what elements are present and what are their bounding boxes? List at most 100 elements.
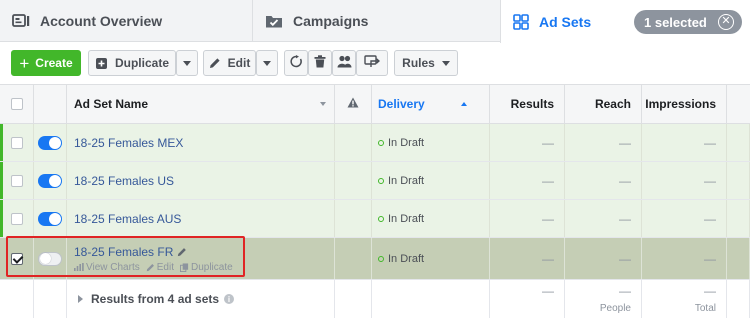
row-reach-cell: —	[565, 200, 642, 237]
column-header-warnings[interactable]	[335, 85, 372, 123]
sort-ascending-icon	[460, 102, 467, 106]
row-checkbox-cell	[0, 162, 34, 199]
tab-account-overview[interactable]: Account Overview	[0, 0, 250, 42]
column-header-reach-label: Reach	[594, 97, 631, 111]
row-overflow-cell	[727, 200, 750, 237]
clear-selection-close-icon[interactable]: ✕	[718, 14, 734, 30]
column-header-impressions[interactable]: Impressions	[642, 85, 727, 123]
results-value: —	[542, 135, 554, 150]
summary-row: Results from 4 ad sets i — — People — To…	[0, 280, 750, 318]
summary-toggle-cell	[34, 280, 67, 318]
impressions-value: —	[704, 211, 716, 226]
edit-button-label: Edit	[227, 56, 251, 70]
impressions-value: —	[704, 135, 716, 150]
delivery-status: In Draft	[388, 136, 425, 149]
summary-impressions-value: —	[704, 284, 716, 298]
duplicate-button-label: Duplicate	[114, 56, 169, 70]
delete-button[interactable]	[308, 50, 332, 76]
row-checkbox[interactable]	[10, 136, 23, 149]
column-header-name[interactable]: Ad Set Name	[67, 85, 335, 123]
rules-button[interactable]: Rules	[394, 50, 458, 76]
chevron-down-icon	[183, 60, 191, 66]
draft-status-icon	[378, 177, 384, 184]
select-all-cell	[0, 85, 34, 123]
tab-campaigns[interactable]: Campaigns	[252, 0, 500, 42]
account-overview-icon	[12, 14, 30, 28]
edit-dropdown-button[interactable]	[256, 50, 278, 76]
expand-triangle-icon[interactable]	[78, 295, 83, 303]
ab-test-button[interactable]	[332, 50, 356, 76]
table-row[interactable]: 18-25 Females MEX In Draft — — —	[0, 124, 750, 162]
chevron-down-icon	[263, 60, 271, 66]
row-checkbox-cell	[0, 200, 34, 237]
row-warning-cell	[335, 162, 372, 199]
select-all-checkbox[interactable]	[10, 98, 23, 110]
row-overflow-cell	[727, 238, 750, 279]
row-toggle-cell	[34, 162, 67, 199]
column-header-results[interactable]: Results	[490, 85, 565, 123]
row-results-cell: —	[490, 200, 565, 237]
refresh-button[interactable]	[284, 50, 308, 76]
row-checkbox[interactable]	[10, 212, 23, 225]
edit-button[interactable]: Edit	[203, 50, 256, 76]
column-header-delivery[interactable]: Delivery	[372, 85, 490, 123]
summary-warning-cell	[335, 280, 372, 318]
ad-set-name-link[interactable]: 18-25 Females AUS	[74, 212, 181, 226]
row-results-cell: —	[490, 238, 565, 279]
summary-reach-value: —	[619, 284, 631, 298]
table-row[interactable]: 18-25 Females AUS In Draft — — —	[0, 200, 750, 238]
tab-ad-sets-label: Ad Sets	[539, 13, 592, 30]
draft-status-icon	[378, 215, 384, 222]
column-header-overflow	[727, 85, 750, 123]
trash-icon	[314, 55, 326, 71]
row-name-cell: 18-25 Females US	[67, 162, 335, 199]
ad-set-name-link[interactable]: 18-25 Females US	[74, 174, 174, 188]
row-overflow-cell	[727, 124, 750, 161]
results-value: —	[542, 251, 554, 266]
create-button[interactable]: + Create	[11, 50, 81, 76]
summary-check-cell	[0, 280, 34, 318]
duplicate-icon	[95, 57, 108, 70]
column-header-reach[interactable]: Reach	[565, 85, 642, 123]
column-header-impressions-label: Impressions	[645, 97, 716, 111]
summary-reach-cell: — People	[565, 280, 642, 318]
row-delivery-cell: In Draft	[372, 124, 490, 161]
row-reach-cell: —	[565, 162, 642, 199]
chevron-down-icon	[441, 60, 450, 66]
ad-set-toggle[interactable]	[38, 135, 62, 150]
column-header-name-label: Ad Set Name	[74, 97, 149, 111]
draft-status-icon	[378, 255, 384, 262]
summary-name-cell[interactable]: Results from 4 ad sets i	[67, 280, 335, 318]
delivery-status: In Draft	[388, 212, 425, 225]
export-button[interactable]	[356, 50, 388, 76]
ad-set-toggle[interactable]	[38, 211, 62, 226]
row-warning-cell	[335, 124, 372, 161]
duplicate-dropdown-button[interactable]	[176, 50, 198, 76]
pencil-icon	[209, 57, 221, 69]
tab-bar: Account Overview Campaigns Ad Sets 1 sel…	[0, 0, 750, 43]
reach-value: —	[619, 211, 631, 226]
ad-set-toggle[interactable]	[38, 173, 62, 188]
row-delivery-cell: In Draft	[372, 200, 490, 237]
results-value: —	[542, 211, 554, 226]
warning-icon	[347, 97, 359, 111]
row-reach-cell: —	[565, 238, 642, 279]
row-impressions-cell: —	[642, 238, 727, 279]
row-reach-cell: —	[565, 124, 642, 161]
row-checkbox-cell	[0, 124, 34, 161]
row-results-cell: —	[490, 124, 565, 161]
row-warning-cell	[335, 238, 372, 279]
selected-count-pill: 1 selected ✕	[634, 10, 742, 34]
reach-value: —	[619, 251, 631, 266]
campaigns-folder-icon	[265, 14, 283, 29]
toggle-header-cell	[34, 85, 67, 123]
table-row[interactable]: 18-25 Females US In Draft — — —	[0, 162, 750, 200]
reach-value: —	[619, 135, 631, 150]
ad-set-name-link[interactable]: 18-25 Females MEX	[74, 136, 183, 150]
chevron-down-icon[interactable]	[320, 102, 326, 106]
row-name-cell: 18-25 Females MEX	[67, 124, 335, 161]
refresh-icon	[289, 55, 303, 71]
duplicate-button[interactable]: Duplicate	[88, 50, 176, 76]
info-icon[interactable]: i	[224, 294, 235, 304]
row-checkbox[interactable]	[10, 174, 23, 187]
